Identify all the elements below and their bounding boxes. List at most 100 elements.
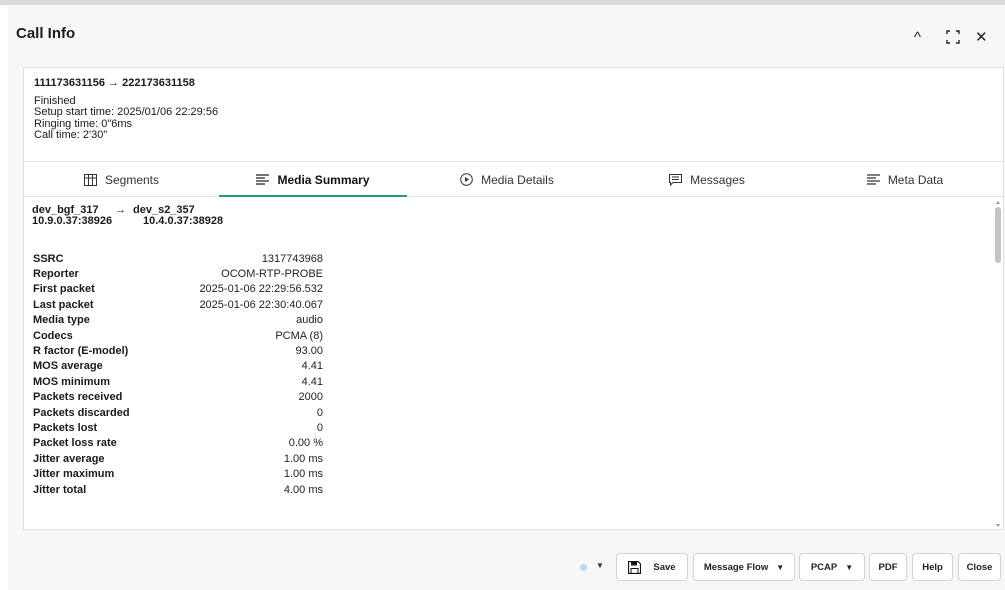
stat-value: 1317743968 [261,252,323,265]
stat-row: Codecs PCMA (8) [33,328,323,343]
stat-label: Packets received [33,391,123,404]
save-icon [628,560,642,574]
segments-icon [83,173,97,186]
stat-value: OCOM-RTP-PROBE [221,268,323,281]
stat-label: Codecs [33,329,73,342]
pcap-button[interactable]: PCAP ▼ [799,553,865,581]
maximize-icon[interactable] [946,30,960,48]
tab-bar: Segments Media Summary Media Details Mes… [23,161,1004,197]
call-route: 111173631156 → 222173631158 [34,77,195,89]
media-summary-content: dev_bgf_317 → dev_s2_357 10.9.0.37:38926… [23,197,1004,530]
close-label: Close [966,561,993,573]
dialog-title: Call Info [16,25,76,42]
pdf-button[interactable]: PDF [869,553,907,581]
arrow-icon: → [115,204,126,216]
stat-value: 2025-01-06 22:29:56.532 [199,283,323,296]
stat-label: SSRC [33,252,64,265]
stat-value: 4.00 ms [283,483,323,496]
stat-value: audio [296,314,323,327]
stat-row: First packet 2025-01-06 22:29:56.532 [33,282,323,297]
ringing-time: Ringing time: 0"6ms [34,117,133,130]
tab-label: Media Summary [277,172,370,187]
stat-row: Packets received 2000 [33,390,323,405]
stat-label: Packets discarded [33,406,130,419]
stat-row: Packets discarded 0 [33,405,323,420]
top-strip [0,0,1005,5]
stat-value: PCMA (8) [275,329,323,342]
message-flow-label: Message Flow [703,561,769,573]
chevron-down-icon[interactable]: ▼ [596,561,604,570]
stat-row: Packets lost 0 [33,420,323,435]
stat-value: 1.00 ms [283,468,323,481]
setup-start-time: Setup start time: 2025/01/06 22:29:56 [34,106,219,118]
source-endpoint-address: 10.9.0.37:38926 [32,215,113,227]
collapse-icon[interactable]: ^ [914,30,921,46]
pdf-label: PDF [878,561,898,573]
stat-row: MOS minimum 4.41 [33,374,323,389]
stat-row: R factor (E-model) 93.00 [33,343,323,358]
stat-value: 0 [316,406,323,419]
list-icon [866,174,880,185]
help-button[interactable]: Help [912,553,953,581]
tab-media-details[interactable]: Media Details [407,162,607,197]
stat-label: Packets lost [33,421,98,434]
stat-label: Media type [33,314,90,327]
stat-row: Reporter OCOM-RTP-PROBE [33,266,323,281]
tab-media-summary[interactable]: Media Summary [219,162,407,197]
stat-row: Jitter maximum 1.00 ms [33,466,323,481]
pcap-label: PCAP [810,561,838,573]
save-label: Save [653,561,676,573]
scroll-thumb[interactable] [995,207,1001,263]
stat-label: MOS average [33,360,103,373]
stat-value: 0.00 % [288,437,323,450]
stat-row: Jitter total 4.00 ms [33,482,323,497]
tab-label: Media Details [481,172,554,187]
stat-row: Jitter average 1.00 ms [33,451,323,466]
close-icon[interactable]: ✕ [975,30,988,46]
chevron-down-icon: ▼ [845,562,854,572]
status-dot-icon[interactable] [580,564,587,571]
stat-label: Jitter maximum [33,468,115,481]
stat-value: 93.00 [295,345,323,358]
save-button[interactable]: Save [616,553,688,581]
stat-label: Packet loss rate [33,437,117,450]
stat-row: SSRC 1317743968 [33,251,323,266]
tab-messages[interactable]: Messages [607,162,807,197]
play-circle-icon [460,173,473,186]
vertical-scrollbar[interactable] [995,201,1001,527]
scroll-down-icon[interactable] [996,524,1000,527]
stat-row: MOS average 4.41 [33,359,323,374]
stat-label: Jitter average [33,452,105,465]
scroll-up-icon[interactable] [996,201,1000,204]
tab-segments[interactable]: Segments [24,162,219,197]
stat-label: MOS minimum [33,375,111,388]
stat-value: 4.41 [301,375,323,388]
stat-value: 0 [316,421,323,434]
message-flow-button[interactable]: Message Flow ▼ [693,553,795,581]
stat-row: Media type audio [33,313,323,328]
stat-row: Last packet 2025-01-06 22:30:40.067 [33,297,323,312]
call-summary-panel: 111173631156 → 222173631158 Finished Set… [23,67,1004,161]
stat-value: 1.00 ms [283,452,323,465]
stat-value: 2025-01-06 22:30:40.067 [199,298,323,311]
stat-label: R factor (E-model) [33,345,129,358]
tab-meta-data[interactable]: Meta Data [807,162,1003,197]
stat-label: First packet [33,283,95,296]
destination-endpoint-address: 10.4.0.37:38928 [143,215,224,227]
chevron-down-icon: ▼ [776,562,785,572]
list-icon [256,174,270,185]
stat-value: 2000 [298,391,323,404]
help-label: Help [922,561,943,573]
stat-row: Packet loss rate 0.00 % [33,436,323,451]
stat-value: 4.41 [301,360,323,373]
tab-label: Meta Data [887,172,944,187]
stat-label: Jitter total [33,483,87,496]
stat-label: Last packet [33,298,94,311]
tab-label: Segments [104,172,160,187]
stat-label: Reporter [33,268,79,281]
close-button[interactable]: Close [958,553,1001,581]
call-time: Call time: 2'30" [34,129,108,141]
tab-label: Messages [690,172,745,187]
media-stats-table: SSRC 1317743968 Reporter OCOM-RTP-PROBE Firs… [33,251,323,497]
message-icon [669,173,683,186]
